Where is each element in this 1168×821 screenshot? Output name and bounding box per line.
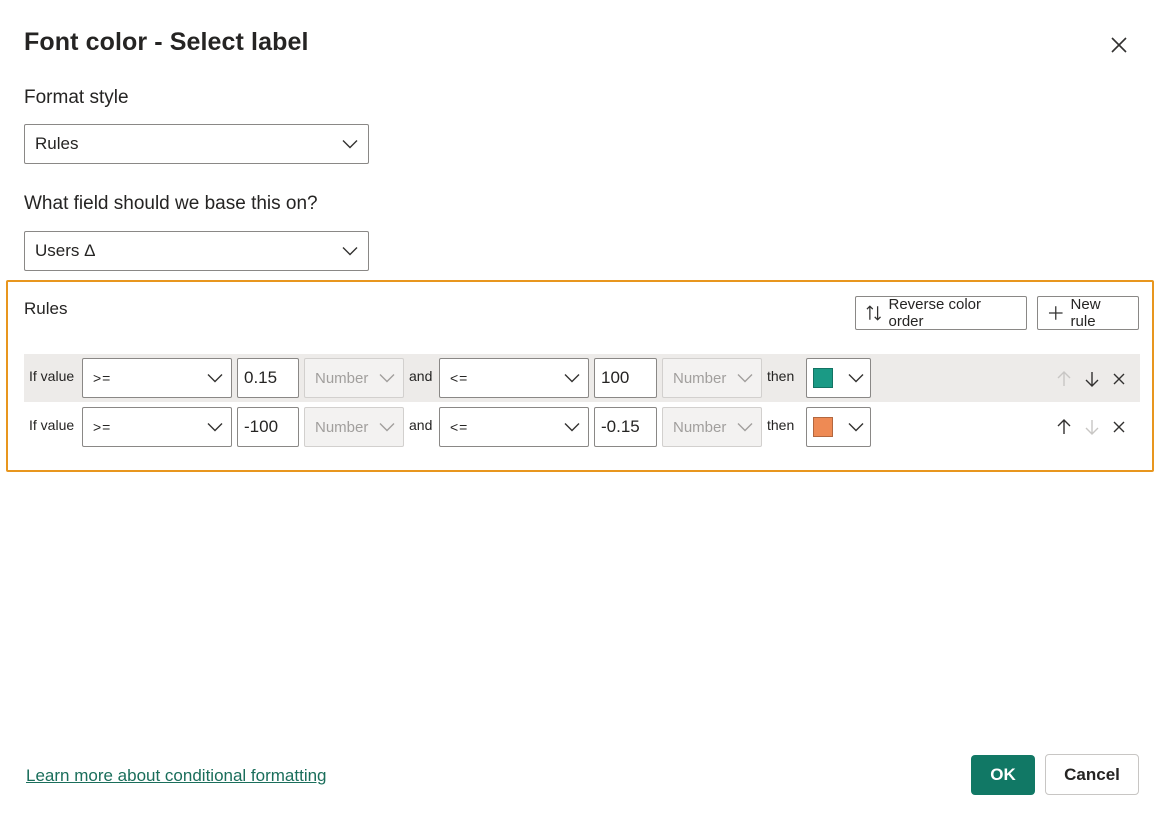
rule-1-value-2-input[interactable]: 100 <box>594 358 657 398</box>
rule-1-value-1-input[interactable]: 0.15 <box>237 358 299 398</box>
rule-1-type-1-dropdown: Number <box>304 358 404 398</box>
if-value-label: If value <box>29 368 75 384</box>
chevron-down-icon <box>379 423 395 432</box>
close-button[interactable] <box>1106 32 1132 58</box>
reverse-color-order-button[interactable]: Reverse color order <box>855 296 1027 330</box>
chevron-down-icon <box>564 374 580 383</box>
rule-2-operator-1-dropdown[interactable]: >= <box>82 407 232 447</box>
sort-arrows-icon <box>866 305 881 321</box>
field-label: What field should we base this on? <box>24 193 318 214</box>
chevron-down-icon <box>379 374 395 383</box>
color-swatch <box>813 368 833 388</box>
delete-icon[interactable] <box>1110 418 1128 436</box>
rule-2-value-2-input[interactable]: -0.15 <box>594 407 657 447</box>
close-icon[interactable] <box>1106 32 1132 58</box>
rule-2-value-1-input[interactable]: -100 <box>237 407 299 447</box>
chevron-down-icon <box>207 423 223 432</box>
and-label: and <box>409 417 433 433</box>
operator-value: >= <box>93 419 112 435</box>
type-value: Number <box>673 418 727 436</box>
ok-button[interactable]: OK <box>971 755 1035 795</box>
rule-1-type-2-dropdown: Number <box>662 358 762 398</box>
chevron-down-icon <box>342 247 358 256</box>
format-style-dropdown[interactable]: Rules <box>24 124 369 164</box>
new-rule-button[interactable]: New rule <box>1037 296 1139 330</box>
arrow-up-icon[interactable] <box>1055 370 1073 388</box>
dialog-title: Font color - Select label <box>24 28 309 56</box>
arrow-down-icon[interactable] <box>1083 370 1101 388</box>
cancel-button[interactable]: Cancel <box>1045 754 1139 795</box>
rule-1-operator-2-dropdown[interactable]: <= <box>439 358 589 398</box>
plus-icon <box>1048 306 1063 320</box>
and-label: and <box>409 368 433 384</box>
format-style-label: Format style <box>24 87 129 108</box>
operator-value: <= <box>450 370 469 386</box>
reverse-color-order-label: Reverse color order <box>888 296 982 330</box>
operator-value: <= <box>450 419 469 435</box>
field-dropdown[interactable]: Users Δ <box>24 231 369 271</box>
if-value-label: If value <box>29 417 75 433</box>
learn-more-link[interactable]: Learn more about conditional formatting <box>26 766 327 786</box>
type-value: Number <box>315 369 369 387</box>
rules-title: Rules <box>24 299 68 318</box>
rule-2-type-2-dropdown: Number <box>662 407 762 447</box>
format-style-value: Rules <box>35 134 79 153</box>
rule-1-operator-1-dropdown[interactable]: >= <box>82 358 232 398</box>
chevron-down-icon <box>848 423 864 432</box>
chevron-down-icon <box>737 374 753 383</box>
rule-2-type-1-dropdown: Number <box>304 407 404 447</box>
rule-2-operator-2-dropdown[interactable]: <= <box>439 407 589 447</box>
chevron-down-icon <box>848 374 864 383</box>
color-swatch <box>813 417 833 437</box>
chevron-down-icon <box>342 140 358 149</box>
rule-2-color-picker[interactable] <box>806 407 871 447</box>
arrow-down-icon[interactable] <box>1083 418 1101 436</box>
arrow-up-icon[interactable] <box>1055 418 1073 436</box>
chevron-down-icon <box>737 423 753 432</box>
type-value: Number <box>673 369 727 387</box>
then-label: then <box>767 417 795 433</box>
then-label: then <box>767 368 795 384</box>
new-rule-label: New rule <box>1070 296 1101 330</box>
chevron-down-icon <box>564 423 580 432</box>
delete-icon[interactable] <box>1110 370 1128 388</box>
chevron-down-icon <box>207 374 223 383</box>
operator-value: >= <box>93 370 112 386</box>
rule-1-color-picker[interactable] <box>806 358 871 398</box>
type-value: Number <box>315 418 369 436</box>
field-value: Users Δ <box>35 241 96 260</box>
